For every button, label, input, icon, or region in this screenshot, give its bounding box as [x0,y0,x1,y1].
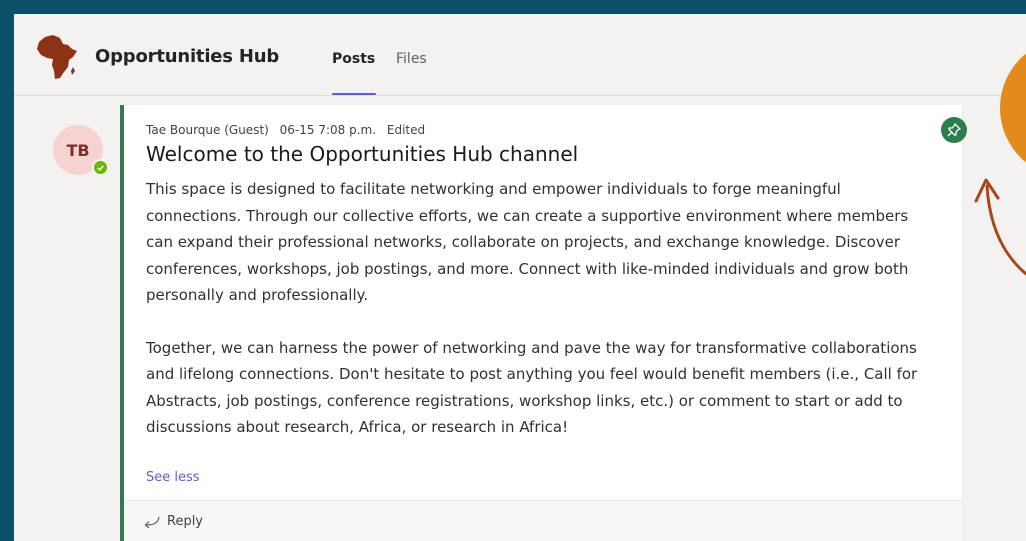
presence-available-icon [92,159,109,176]
post-title: Welcome to the Opportunities Hub channel [146,142,579,166]
channel-title: Opportunities Hub [95,46,280,67]
post-meta: Tae Bourque (Guest) 06-15 7:08 p.m. Edit… [146,123,432,137]
africa-logo-icon [37,35,77,79]
post-timestamp: 06-15 7:08 p.m. [279,123,377,137]
header-divider [14,95,1026,96]
post-paragraph: This space is designed to facilitate net… [146,180,909,304]
teams-window: Opportunities Hub Posts Files TB Tae Bou… [14,14,1026,541]
pin-icon[interactable] [941,117,967,143]
avatar-initials: TB [66,140,90,160]
reply-button[interactable]: Reply [144,514,203,529]
channel-header: Opportunities Hub Posts Files [14,14,1026,96]
reply-bar: Reply [124,500,962,541]
post-author[interactable]: Tae Bourque (Guest) [146,123,269,137]
annotation-arrow-icon [974,178,1026,276]
post-body: This space is designed to facilitate net… [146,176,936,467]
post-paragraph: Together, we can harness the power of ne… [146,338,918,437]
see-less-link[interactable]: See less [146,470,200,485]
edited-label: Edited [386,123,426,137]
post-card: Tae Bourque (Guest) 06-15 7:08 p.m. Edit… [120,105,962,541]
reply-arrow-icon [144,516,160,528]
tab-posts[interactable]: Posts [332,51,375,67]
reply-label: Reply [167,514,204,529]
tab-files[interactable]: Files [396,51,427,67]
